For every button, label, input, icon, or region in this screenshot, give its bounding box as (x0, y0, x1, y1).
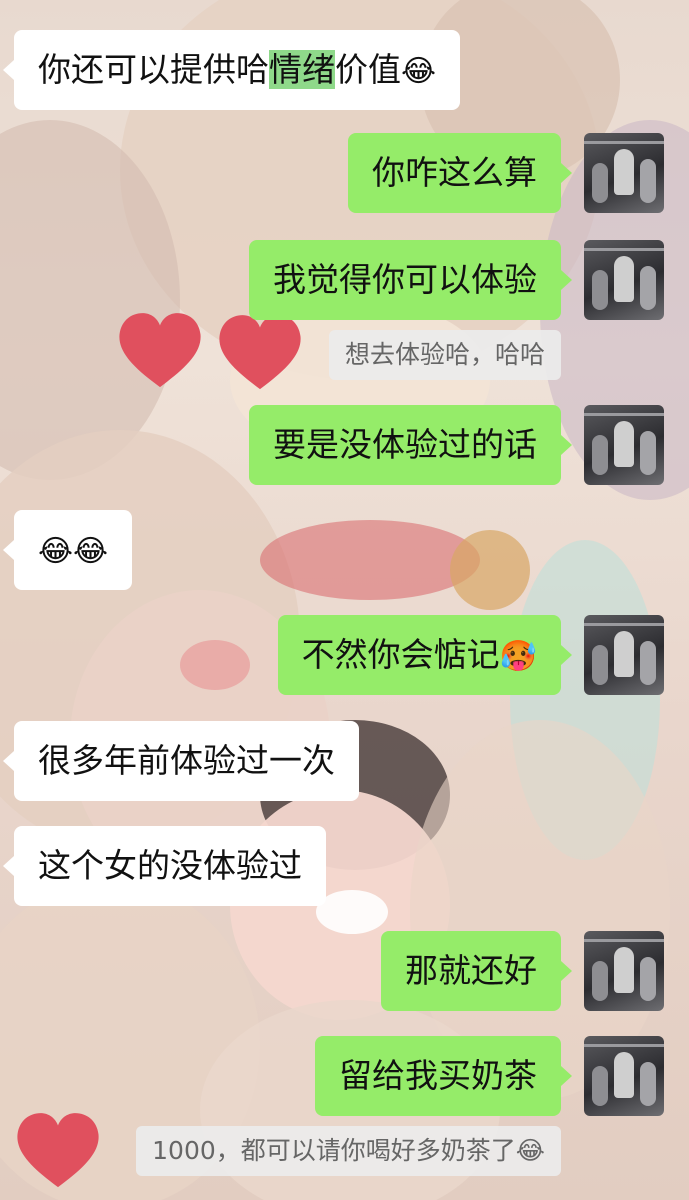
incoming-message[interactable]: 这个女的没体验过 (3, 826, 326, 906)
outgoing-message[interactable]: 那就还好 (381, 931, 572, 1011)
incoming-message[interactable]: 😂😂 (2, 510, 133, 590)
message-text: 不然你会惦记 (301, 635, 500, 674)
user-avatar[interactable] (584, 405, 664, 485)
heart-icon (17, 1113, 99, 1188)
outgoing-message[interactable]: 不然你会惦记🥵 (277, 615, 573, 695)
message-text: 价值 (335, 50, 401, 89)
message-text: 你还可以提供哈 (38, 50, 269, 89)
emoji: 😂 (401, 54, 437, 89)
user-avatar[interactable] (584, 1036, 664, 1116)
user-avatar[interactable] (584, 931, 664, 1011)
emoji: 😂😂 (38, 534, 109, 569)
emoji: 🥵 (499, 639, 537, 674)
message-text: 要是没体验过的话 (273, 425, 537, 464)
outgoing-message[interactable]: 要是没体验过的话 (249, 405, 572, 485)
outgoing-message[interactable]: 留给我买奶茶 (315, 1036, 572, 1116)
highlighted-text: 情绪 (269, 50, 335, 89)
heart-icon (219, 315, 301, 390)
incoming-message[interactable]: 很多年前体验过一次 (3, 721, 359, 801)
incoming-message[interactable]: 你还可以提供哈情绪价值😂 (2, 30, 461, 110)
quoted-message[interactable]: 想去体验哈，哈哈 (328, 330, 561, 380)
user-avatar[interactable] (584, 240, 664, 320)
message-text: 留给我买奶茶 (339, 1056, 537, 1095)
message-text: 你咋这么算 (372, 153, 537, 192)
outgoing-message[interactable]: 我觉得你可以体验 (249, 240, 572, 320)
user-avatar[interactable] (584, 133, 664, 213)
outgoing-message[interactable]: 你咋这么算 (348, 133, 572, 213)
user-avatar[interactable] (584, 615, 664, 695)
message-text: 那就还好 (405, 951, 537, 990)
message-text: 这个女的没体验过 (38, 846, 302, 885)
heart-icon (119, 313, 201, 388)
message-text: 很多年前体验过一次 (38, 741, 335, 780)
message-text: 我觉得你可以体验 (273, 260, 537, 299)
quoted-message[interactable]: 1000，都可以请你喝好多奶茶了😂 (136, 1126, 561, 1176)
